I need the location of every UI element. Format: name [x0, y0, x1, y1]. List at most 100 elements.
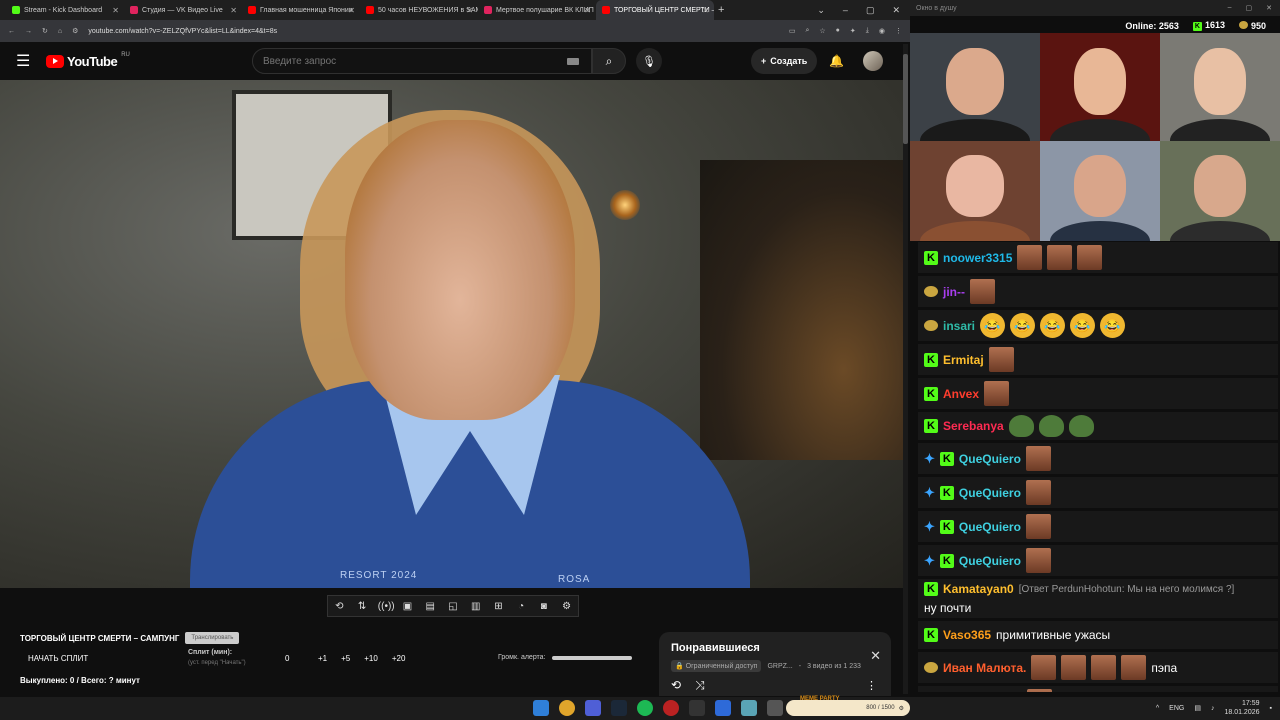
- chat-username[interactable]: QueQuiero: [959, 486, 1021, 500]
- menu-icon[interactable]: ☰: [16, 51, 40, 71]
- broadcast-icon[interactable]: ((•)): [378, 601, 395, 612]
- window-icon[interactable]: [741, 700, 757, 716]
- tab-close-icon[interactable]: ✕: [230, 6, 237, 15]
- maximize-icon[interactable]: ▢: [866, 5, 875, 16]
- speed-icon[interactable]: ◔: [514, 601, 528, 612]
- menu-dots-icon[interactable]: ⋮: [895, 27, 902, 35]
- youtube-logo[interactable]: YouTube RU: [46, 52, 130, 69]
- chat-username[interactable]: Vaso365: [943, 628, 991, 642]
- profile-icon[interactable]: ◉: [879, 27, 885, 35]
- tab-close-icon[interactable]: ✕: [348, 6, 355, 15]
- more-options-icon[interactable]: ⋮: [866, 679, 877, 692]
- film-icon[interactable]: ▤: [423, 601, 437, 612]
- split-increment-button[interactable]: +20: [392, 654, 406, 663]
- steam-icon[interactable]: [611, 700, 627, 716]
- search-box[interactable]: [252, 48, 592, 74]
- settings-gear-icon[interactable]: ⚙: [560, 601, 574, 612]
- repeat-icon[interactable]: ⟲: [671, 678, 681, 693]
- chat-username[interactable]: Иван Малюта.: [943, 661, 1026, 675]
- watch-icon[interactable]: ▣: [401, 601, 415, 612]
- bookmark-star-icon[interactable]: ☆: [819, 27, 825, 35]
- browser-tab[interactable]: ТОРГОВЫЙ ЦЕНТР СМЕРТИ – ✕: [596, 0, 714, 20]
- split-value[interactable]: 0: [285, 654, 289, 663]
- app-icon[interactable]: [689, 700, 705, 716]
- meme-party-widget[interactable]: MEME PARTY 800 / 1500 ⚙: [786, 696, 910, 716]
- notifications-bell-icon[interactable]: 🔔: [829, 54, 844, 68]
- back-icon[interactable]: ←: [8, 28, 15, 35]
- video-player[interactable]: RESORT 2024 ROSA: [0, 80, 905, 588]
- discord-icon[interactable]: [585, 700, 601, 716]
- chat-username[interactable]: Kamatayan0: [943, 582, 1014, 596]
- chat-username[interactable]: QueQuiero: [959, 554, 1021, 568]
- tray-expand-icon[interactable]: ^: [1156, 705, 1159, 712]
- chat-username[interactable]: jin--: [943, 285, 965, 299]
- playlist-owner[interactable]: GRPZ...: [767, 663, 792, 670]
- site-info-icon[interactable]: ⚙: [72, 27, 78, 35]
- tab-close-icon[interactable]: ✕: [466, 6, 473, 15]
- keyboard-icon[interactable]: [567, 58, 579, 65]
- spotify-icon[interactable]: [637, 700, 653, 716]
- home-icon[interactable]: ⌂: [58, 28, 62, 35]
- split-increment-button[interactable]: +5: [341, 654, 350, 663]
- playlist-title[interactable]: Понравившиеся: [671, 642, 879, 654]
- language-indicator[interactable]: ENG: [1169, 705, 1184, 712]
- alert-volume-slider[interactable]: [551, 655, 632, 660]
- obs-icon[interactable]: [663, 700, 679, 716]
- sort-icon[interactable]: ⇅: [355, 601, 369, 612]
- cast-icon[interactable]: ▭: [789, 27, 796, 35]
- page-scrollbar[interactable]: [903, 44, 908, 694]
- browser-tab[interactable]: Мертвое полушарие ВК КЛИП ✕: [478, 0, 596, 20]
- shuffle-icon[interactable]: ⤨: [695, 678, 705, 693]
- close-icon[interactable]: ✕: [870, 648, 881, 664]
- browser-tab[interactable]: Stream - Kick Dashboard ✕: [6, 0, 124, 20]
- chat-username[interactable]: Anvex: [943, 387, 979, 401]
- chat-username[interactable]: QueQuiero: [959, 452, 1021, 466]
- network-icon[interactable]: ▤: [1194, 704, 1201, 712]
- tab-close-icon[interactable]: ✕: [112, 6, 119, 15]
- start-split-button[interactable]: НАЧАТЬ СПЛИТ: [28, 654, 88, 663]
- puzzle-icon[interactable]: ✦: [850, 27, 856, 35]
- forward-icon[interactable]: →: [25, 28, 32, 35]
- close-icon[interactable]: ✕: [892, 5, 900, 16]
- tab-close-icon[interactable]: ✕: [584, 6, 591, 15]
- camera-icon[interactable]: ◙: [537, 601, 551, 612]
- chrome-icon[interactable]: [559, 700, 575, 716]
- clock[interactable]: 17:59 18.01.2026: [1224, 699, 1259, 717]
- media-icon[interactable]: [715, 700, 731, 716]
- start-icon[interactable]: [533, 700, 549, 716]
- chat-username[interactable]: Serebanya: [943, 419, 1004, 433]
- stream-badge[interactable]: Транслировать: [185, 632, 240, 644]
- chevron-down-icon[interactable]: ⌄: [817, 5, 825, 16]
- search-input[interactable]: [263, 55, 543, 67]
- search-button[interactable]: ⌕: [592, 48, 626, 74]
- split-increment-button[interactable]: +10: [364, 654, 378, 663]
- frames-icon[interactable]: ▥: [469, 601, 483, 612]
- tool-icon[interactable]: [767, 700, 783, 716]
- gear-icon[interactable]: ⚙: [899, 705, 904, 712]
- account-avatar[interactable]: [863, 51, 883, 71]
- chat-username[interactable]: Ermitaj: [943, 353, 984, 367]
- chat-username[interactable]: QueQuiero: [959, 520, 1021, 534]
- minimize-icon[interactable]: –: [843, 5, 848, 16]
- loop-icon[interactable]: ⟲: [332, 601, 346, 612]
- new-tab-button[interactable]: +: [718, 4, 724, 16]
- split-increment-button[interactable]: +1: [318, 654, 327, 663]
- chat-username[interactable]: insari: [943, 319, 975, 333]
- reload-icon[interactable]: ↻: [42, 27, 48, 35]
- volume-icon[interactable]: ♪: [1211, 705, 1215, 712]
- tab-close-icon[interactable]: ✕: [702, 6, 709, 15]
- browser-tab[interactable]: Главная мошенница Японии ✕: [242, 0, 360, 20]
- resize-icon[interactable]: ◱: [446, 601, 460, 612]
- extension-icon[interactable]: ●: [836, 27, 840, 35]
- chat-username[interactable]: noower3315: [943, 251, 1012, 265]
- minimize-icon[interactable]: –: [1228, 4, 1232, 12]
- browser-tab[interactable]: Студия — VK Видео Live ✕: [124, 0, 242, 20]
- create-button[interactable]: + Создать: [751, 48, 818, 74]
- zoom-icon[interactable]: ⌕: [805, 27, 809, 35]
- maximize-icon[interactable]: ▢: [1246, 4, 1253, 12]
- close-icon[interactable]: ✕: [1266, 4, 1272, 12]
- url-field[interactable]: youtube.com/watch?v=-ZELZQfVPYc&list=LL&…: [88, 28, 778, 35]
- download-icon[interactable]: ⤓: [866, 27, 869, 35]
- scrollbar-thumb[interactable]: [903, 54, 908, 144]
- voice-search-button[interactable]: 🎙: [636, 48, 662, 74]
